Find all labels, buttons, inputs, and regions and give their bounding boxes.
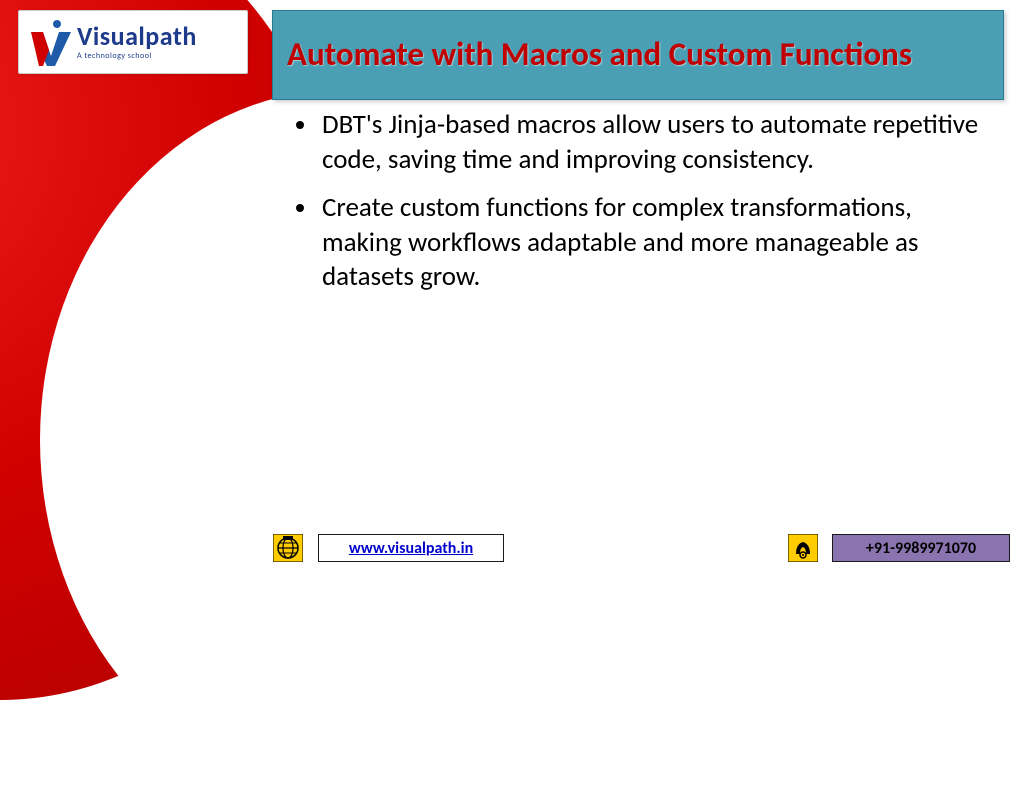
- phone-icon: [788, 534, 818, 562]
- website-url: www.visualpath.in: [349, 539, 473, 558]
- globe-icon: [273, 534, 303, 562]
- bullet-text: DBT's Jinja-based macros allow users to …: [322, 108, 990, 177]
- slide-content: DBT's Jinja-based macros allow users to …: [290, 108, 990, 309]
- bullet-text: Create custom functions for complex tran…: [322, 191, 990, 295]
- website-url-box[interactable]: www.visualpath.in: [318, 534, 504, 562]
- bullet-item: Create custom functions for complex tran…: [290, 191, 990, 295]
- logo-tagline: A technology school: [77, 51, 197, 61]
- logo-icon: [29, 18, 73, 66]
- logo-card: Visualpath A technology school: [18, 10, 248, 74]
- logo-brand-text: Visualpath: [77, 23, 197, 49]
- slide-title-box: Automate with Macros and Custom Function…: [272, 10, 1004, 100]
- bullet-dot-icon: [296, 121, 304, 129]
- phone-number-box[interactable]: +91-9989971070: [832, 534, 1010, 562]
- bullet-dot-icon: [296, 204, 304, 212]
- slide-title: Automate with Macros and Custom Function…: [287, 35, 912, 75]
- bullet-item: DBT's Jinja-based macros allow users to …: [290, 108, 990, 177]
- phone-number: +91-9989971070: [866, 539, 976, 558]
